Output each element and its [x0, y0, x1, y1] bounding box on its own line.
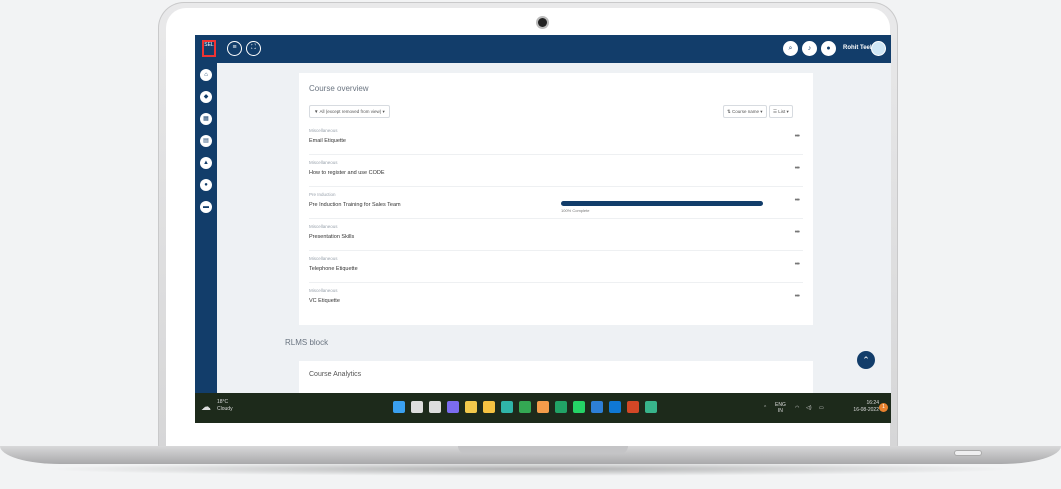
photos-icon[interactable]: [591, 401, 603, 413]
progress-bar: [561, 201, 763, 206]
bell-icon: ♪: [807, 45, 812, 52]
sort-label: Course name ▾: [732, 109, 763, 114]
course-category: Miscellaneous: [309, 160, 338, 165]
chevron-up-icon[interactable]: ⌃: [763, 405, 767, 411]
course-name[interactable]: Presentation Skills: [309, 234, 354, 240]
scroll-to-top-button[interactable]: ⌃: [857, 351, 875, 369]
course-name[interactable]: Email Etiquette: [309, 138, 346, 144]
language-indicator[interactable]: ENG IN: [775, 402, 786, 414]
list-item[interactable]: Miscellaneous How to register and use CO…: [309, 154, 803, 187]
powerpoint-icon[interactable]: [627, 401, 639, 413]
region: IN: [777, 408, 783, 414]
whatsapp-icon[interactable]: [573, 401, 585, 413]
task-view-icon[interactable]: [429, 401, 441, 413]
wifi-icon[interactable]: ◠: [795, 405, 799, 411]
course-category: Miscellaneous: [309, 256, 338, 261]
view-label: List ▾: [778, 109, 789, 114]
messages-icon[interactable]: ●: [200, 179, 212, 191]
start-icon[interactable]: [393, 401, 405, 413]
top-navbar: SEL ≡ ⛶ ⌕ ♪ ● Rohit Teel: [195, 35, 891, 63]
paint-icon[interactable]: [537, 401, 549, 413]
site-logo[interactable]: SEL: [202, 40, 216, 57]
progress-text: 100% Complete: [561, 208, 590, 213]
search-button[interactable]: ⌕: [783, 41, 798, 56]
fullscreen-button[interactable]: ⛶: [246, 41, 261, 56]
temperature: 18°C: [217, 399, 229, 405]
logo-text: SEL: [204, 42, 214, 48]
list-item[interactable]: Miscellaneous Email Etiquette •••: [309, 122, 803, 155]
calendar-icon[interactable]: ▦: [200, 113, 212, 125]
folder-icon[interactable]: ▬: [200, 201, 212, 213]
battery-icon[interactable]: ▭: [819, 405, 824, 411]
time: 16:24: [866, 400, 879, 406]
course-category: Miscellaneous: [309, 224, 338, 229]
reports-icon[interactable]: ▲: [200, 157, 212, 169]
course-analytics-title: Course Analytics: [309, 371, 362, 378]
fullscreen-icon: ⛶: [251, 44, 256, 51]
webcam: [538, 18, 547, 27]
screen: SEL ≡ ⛶ ⌕ ♪ ● Rohit Teel ⌂ ◆ ▦ ▤ ▲ ● ▬ C…: [195, 35, 891, 423]
messages-button[interactable]: ●: [821, 41, 836, 56]
notification-badge[interactable]: 1: [879, 403, 888, 412]
home-icon[interactable]: ⌂: [200, 69, 212, 81]
weather-widget[interactable]: 18°C Cloudy: [217, 399, 233, 413]
date: 16-08-2022: [853, 407, 879, 413]
list-item[interactable]: Miscellaneous Presentation Skills •••: [309, 218, 803, 251]
volume-icon[interactable]: ◁): [806, 405, 812, 411]
filter-label: All (except removed from view) ▾: [319, 109, 385, 114]
sidebar: ⌂ ◆ ▦ ▤ ▲ ● ▬: [195, 63, 217, 409]
user-name[interactable]: Rohit Teel: [843, 45, 872, 51]
laptop-shadow: [40, 462, 1020, 476]
search-icon[interactable]: [411, 401, 423, 413]
outlook-icon[interactable]: [609, 401, 621, 413]
search-icon: ⌕: [788, 45, 793, 52]
edge-icon[interactable]: [501, 401, 513, 413]
chat-icon: ●: [826, 45, 831, 52]
more-options-button[interactable]: •••: [795, 165, 800, 172]
more-options-button[interactable]: •••: [795, 197, 800, 204]
course-name[interactable]: VC Etiquette: [309, 298, 340, 304]
more-options-button[interactable]: •••: [795, 293, 800, 300]
course-category: Pre Induction: [309, 192, 336, 197]
courses-icon[interactable]: ▤: [200, 135, 212, 147]
file-explorer-icon[interactable]: [483, 401, 495, 413]
view-dropdown[interactable]: ☰ List ▾: [769, 105, 793, 118]
more-options-button[interactable]: •••: [795, 133, 800, 140]
filter-dropdown[interactable]: ▼ All (except removed from view) ▾: [309, 105, 390, 118]
dashboard-icon[interactable]: ◆: [200, 91, 212, 103]
laptop-port: [955, 451, 981, 455]
card-title: Course overview: [309, 84, 369, 93]
weather-condition: Cloudy: [217, 406, 233, 412]
list-item[interactable]: Miscellaneous VC Etiquette •••: [309, 282, 803, 314]
chat-icon[interactable]: [447, 401, 459, 413]
course-name[interactable]: How to register and use CODE: [309, 170, 385, 176]
avatar[interactable]: [871, 41, 886, 56]
rlms-block-title: RLMS block: [285, 338, 329, 347]
more-options-button[interactable]: •••: [795, 261, 800, 268]
taskbar: ☁ 18°C Cloudy ⌃ ENG IN ◠ ◁) ▭ 16:24 16-0…: [195, 393, 891, 423]
course-category: Miscellaneous: [309, 288, 338, 293]
laptop-notch: [458, 446, 628, 454]
chrome-icon[interactable]: [519, 401, 531, 413]
course-overview-card: Course overview ▼ All (except removed fr…: [299, 73, 813, 325]
hamburger-icon: ≡: [232, 44, 237, 51]
course-category: Miscellaneous: [309, 128, 338, 133]
menu-toggle-button[interactable]: ≡: [227, 41, 242, 56]
more-options-button[interactable]: •••: [795, 229, 800, 236]
notifications-button[interactable]: ♪: [802, 41, 817, 56]
clock[interactable]: 16:24 16-08-2022: [835, 400, 879, 414]
list-item[interactable]: Pre Induction Pre Induction Training for…: [309, 186, 803, 219]
list-item[interactable]: Miscellaneous Telephone Etiquette •••: [309, 250, 803, 283]
course-name[interactable]: Pre Induction Training for Sales Team: [309, 202, 401, 208]
course-name[interactable]: Telephone Etiquette: [309, 266, 358, 272]
excel-icon[interactable]: [555, 401, 567, 413]
chevron-up-icon: ⌃: [862, 355, 870, 365]
sticky-notes-icon[interactable]: [465, 401, 477, 413]
vpn-icon[interactable]: [645, 401, 657, 413]
sort-dropdown[interactable]: ⇅ Course name ▾: [723, 105, 767, 118]
cloud-icon: ☁: [201, 402, 211, 413]
